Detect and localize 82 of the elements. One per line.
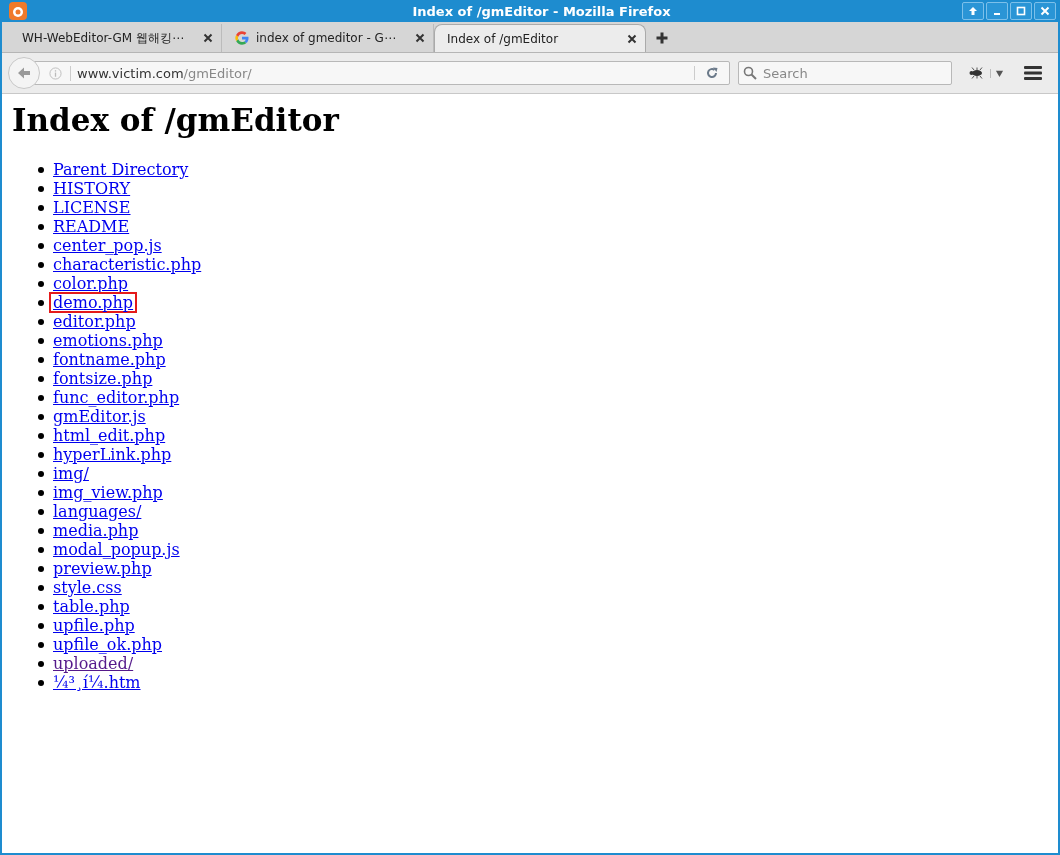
bullet-icon bbox=[38, 527, 44, 534]
file-link[interactable]: gmEditor.js bbox=[49, 406, 150, 427]
bullet-icon bbox=[38, 337, 44, 344]
bullet-icon bbox=[38, 432, 44, 439]
window-title: Index of /gmEditor - Mozilla Firefox bbox=[412, 3, 671, 19]
file-link[interactable]: languages/ bbox=[49, 501, 146, 522]
google-icon bbox=[234, 30, 250, 46]
bullet-icon bbox=[38, 622, 44, 629]
menu-icon[interactable] bbox=[1024, 66, 1042, 80]
file-link[interactable]: upfile_ok.php bbox=[49, 634, 166, 655]
bullet-icon bbox=[38, 242, 44, 249]
file-link[interactable]: LICENSE bbox=[49, 197, 135, 218]
bullet-icon bbox=[38, 166, 44, 173]
file-link[interactable]: style.css bbox=[49, 577, 126, 598]
back-button[interactable] bbox=[8, 57, 40, 89]
file-link[interactable]: media.php bbox=[49, 520, 143, 541]
bullet-icon bbox=[38, 413, 44, 420]
file-link[interactable]: HISTORY bbox=[49, 178, 135, 199]
bullet-icon bbox=[38, 204, 44, 211]
file-link[interactable]: html_edit.php bbox=[49, 425, 170, 446]
bullet-icon bbox=[38, 508, 44, 515]
close-tab-icon[interactable] bbox=[627, 33, 637, 44]
file-link[interactable]: color.php bbox=[49, 273, 133, 294]
bullet-icon bbox=[38, 375, 44, 382]
file-link[interactable]: preview.php bbox=[49, 558, 156, 579]
close-icon bbox=[1040, 6, 1050, 16]
bullet-icon bbox=[38, 318, 44, 325]
page-heading: Index of /gmEditor bbox=[12, 102, 341, 138]
file-link[interactable]: fontname.php bbox=[49, 349, 170, 370]
close-tab-icon[interactable] bbox=[203, 33, 213, 43]
file-link[interactable]: hyperLink.php bbox=[49, 444, 176, 465]
address-bar[interactable]: www.victim.com/gmEditor/ bbox=[32, 61, 730, 85]
minimize-button[interactable] bbox=[986, 2, 1008, 20]
bullet-icon bbox=[38, 546, 44, 553]
file-link[interactable]: img_view.php bbox=[49, 482, 167, 503]
firefox-icon bbox=[9, 2, 27, 20]
up-arrow-icon bbox=[968, 6, 978, 16]
file-link[interactable]: characteristic.php bbox=[49, 254, 206, 275]
browser-tab[interactable]: Index of /gmEditor bbox=[434, 24, 646, 52]
bullet-icon bbox=[38, 451, 44, 458]
file-link[interactable]: README bbox=[49, 216, 134, 237]
file-link[interactable]: Parent Directory bbox=[49, 159, 193, 180]
file-link[interactable]: uploaded/ bbox=[49, 653, 138, 674]
bullet-icon bbox=[38, 565, 44, 572]
search-field[interactable]: Search bbox=[738, 61, 952, 85]
maximize-icon bbox=[1016, 6, 1026, 16]
bullet-icon bbox=[38, 641, 44, 648]
file-link[interactable]: demo.php bbox=[49, 292, 138, 313]
dropdown-arrow-icon[interactable] bbox=[990, 68, 1004, 78]
keep-above-button[interactable] bbox=[962, 2, 984, 20]
bullet-icon bbox=[38, 660, 44, 667]
search-icon bbox=[743, 66, 757, 80]
file-link[interactable]: modal_popup.js bbox=[49, 539, 184, 560]
close-button[interactable] bbox=[1034, 2, 1056, 20]
close-tab-icon[interactable] bbox=[415, 33, 425, 43]
bug-icon[interactable] bbox=[968, 67, 984, 79]
bullet-icon bbox=[38, 679, 44, 686]
maximize-button[interactable] bbox=[1010, 2, 1032, 20]
bullet-icon bbox=[38, 356, 44, 363]
bullet-icon bbox=[38, 603, 44, 610]
new-tab-icon[interactable] bbox=[656, 32, 668, 44]
file-link[interactable]: func_editor.php bbox=[49, 387, 184, 408]
browser-tab[interactable]: WH-WebEditor-GM 웹해킹⋯ bbox=[10, 24, 222, 52]
file-link[interactable]: center_pop.js bbox=[49, 235, 166, 256]
file-link[interactable]: emotions.php bbox=[49, 330, 167, 351]
file-link[interactable]: img/ bbox=[49, 463, 93, 484]
minimize-icon bbox=[994, 13, 1000, 15]
file-link[interactable]: ¼³¸í¼.htm bbox=[49, 672, 145, 693]
bullet-icon bbox=[38, 584, 44, 591]
bullet-icon bbox=[38, 470, 44, 477]
bullet-icon bbox=[38, 394, 44, 401]
back-arrow-icon bbox=[16, 65, 32, 81]
file-link[interactable]: upfile.php bbox=[49, 615, 139, 636]
bullet-icon bbox=[38, 280, 44, 287]
bullet-icon bbox=[38, 299, 44, 306]
bullet-icon bbox=[38, 489, 44, 496]
file-link[interactable]: fontsize.php bbox=[49, 368, 157, 389]
bullet-icon bbox=[38, 223, 44, 230]
bullet-icon bbox=[38, 261, 44, 268]
file-link[interactable]: table.php bbox=[49, 596, 134, 617]
file-link[interactable]: editor.php bbox=[49, 311, 140, 332]
bullet-icon bbox=[38, 185, 44, 192]
